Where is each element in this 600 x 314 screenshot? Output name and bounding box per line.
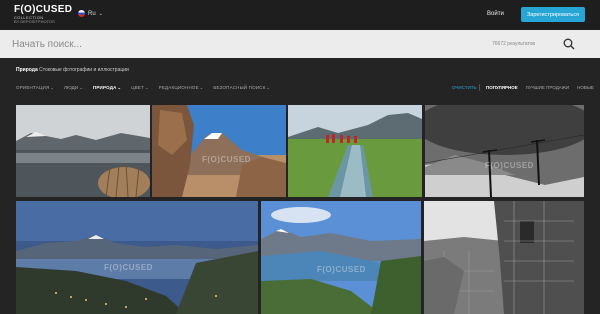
photo-stone-ruins-bw[interactable] [424,201,584,314]
clear-filters-link[interactable]: ОЧИСТИТЬ [452,85,476,90]
category-title: Природа [16,67,38,73]
sort-popular[interactable]: ПОПУЛЯРНОЕ [486,85,518,90]
filter-nature[interactable]: ПРИРОДА⌄ [93,85,121,90]
register-button[interactable]: Зарегистрироваться [521,7,585,22]
sort-options: ПОПУЛЯРНОЕ ЛУЧШИЕ ПРОДАЖИ НОВЫЕ [486,85,594,90]
watermark: F(O)CUSED [202,155,251,164]
search-bar: 76672 результатов [0,30,600,58]
filter-editorial[interactable]: РЕДАКЦИОННОЕ⌄ [159,85,204,90]
sort-best-selling[interactable]: ЛУЧШИЕ ПРОДАЖИ [526,85,569,90]
filter-people[interactable]: ЛЮДИ⌄ [64,85,83,90]
login-link[interactable]: Войти [487,11,504,17]
logo-text: F(O)CUSED [14,4,73,15]
photo-cable-car-bw[interactable]: F(O)CUSED [425,105,584,197]
language-label: Ru [88,10,96,17]
language-selector[interactable]: Ru ⌄ [78,10,103,17]
photo-lake-town-dusk[interactable]: F(O)CUSED [16,201,258,314]
breadcrumb: Природа Стоковые фотографии и иллюстраци… [16,67,129,73]
watermark: F(O)CUSED [485,161,534,170]
photo-teide-rocks[interactable]: F(O)CUSED [152,105,286,197]
watermark: F(O)CUSED [104,263,153,272]
top-bar: F(O)CUSED COLLECTION BY DEPOSITPHOTOS Ru… [0,0,600,30]
photo-stream-hikers[interactable] [288,105,422,197]
filter-safe-search[interactable]: БЕЗОПАСНЫЙ ПОИСК⌄ [213,85,270,90]
filter-bar: ОРИЕНТАЦИЯ⌄ ЛЮДИ⌄ ПРИРОДА⌄ ЦВЕТ⌄ РЕДАКЦИ… [16,85,270,90]
results-count: 76672 результатов [492,41,536,47]
search-icon[interactable] [563,38,575,50]
search-input[interactable] [12,34,452,54]
divider [479,84,480,91]
chevron-down-icon: ⌄ [98,10,103,17]
logo-byline: BY DEPOSITPHOTOS [14,19,55,24]
photo-lake-como[interactable]: F(O)CUSED [261,201,421,314]
filter-orientation[interactable]: ОРИЕНТАЦИЯ⌄ [16,85,54,90]
sort-new[interactable]: НОВЫЕ [577,85,594,90]
filter-color[interactable]: ЦВЕТ⌄ [131,85,148,90]
photo-lake-mountains[interactable] [16,105,150,197]
category-description: Стоковые фотографии и иллюстрации [39,67,129,73]
watermark: F(O)CUSED [317,265,366,274]
logo[interactable]: F(O)CUSED COLLECTION BY DEPOSITPHOTOS [14,4,73,25]
russia-flag-icon [78,10,85,17]
